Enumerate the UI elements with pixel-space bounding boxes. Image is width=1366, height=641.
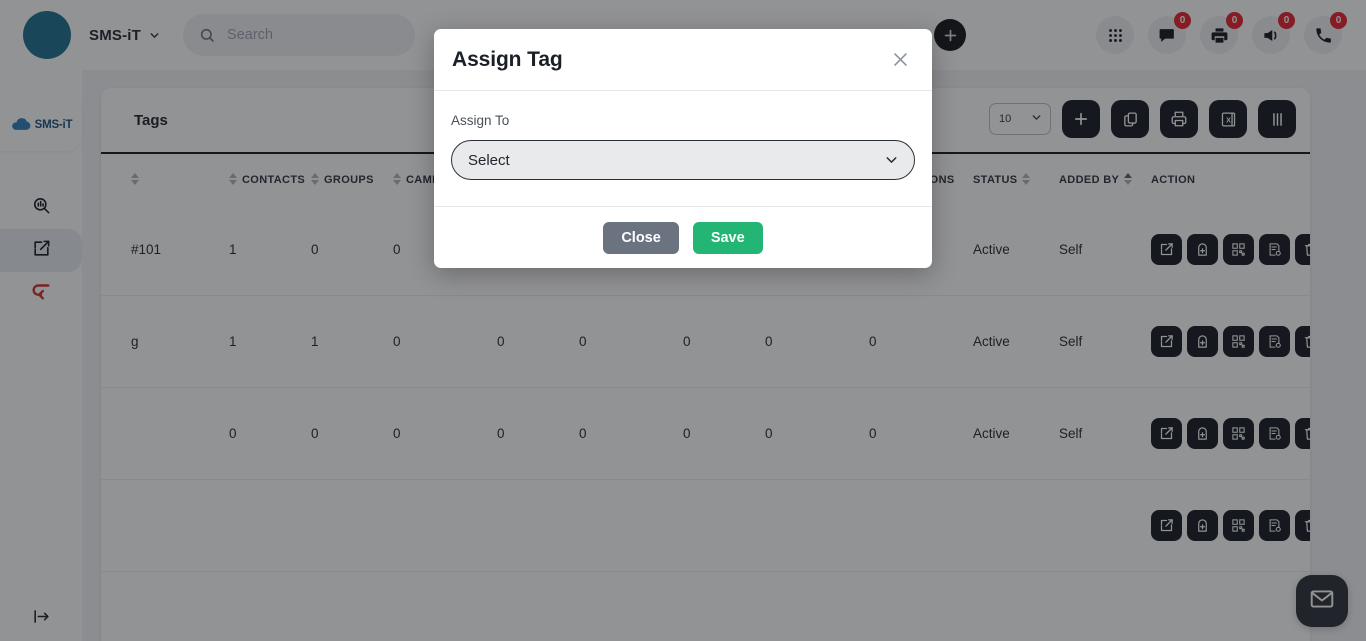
modal-header: Assign Tag: [434, 29, 932, 91]
chevron-down-icon: [883, 152, 900, 169]
save-button[interactable]: Save: [692, 221, 763, 254]
modal-footer: Close Save: [434, 206, 932, 268]
assign-tag-modal: Assign Tag Assign To Select Close Save: [434, 29, 932, 268]
app-root: SMS-iT Search 0 0 0 0 SMS-iT Tags 10 X C…: [0, 0, 1366, 641]
assign-to-select-value: Select: [468, 151, 510, 169]
assign-to-select[interactable]: Select: [451, 140, 915, 180]
close-icon[interactable]: [886, 46, 914, 74]
close-button[interactable]: Close: [603, 221, 679, 254]
assign-to-label: Assign To: [451, 113, 510, 128]
modal-title: Assign Tag: [452, 47, 563, 71]
modal-body: Assign To Select: [434, 91, 932, 206]
